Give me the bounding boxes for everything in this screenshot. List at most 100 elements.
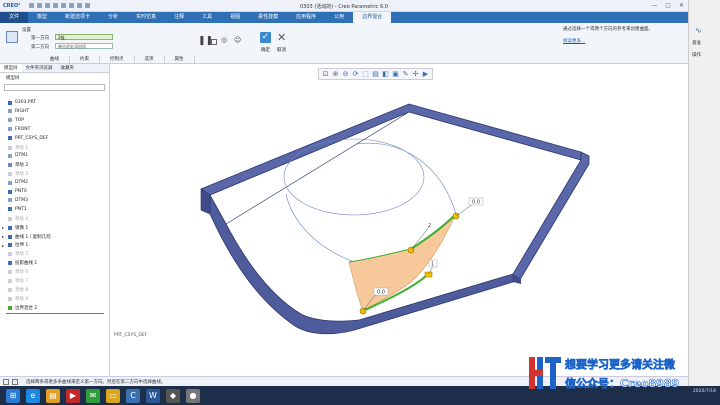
regenerate-icon[interactable] <box>68 3 74 8</box>
tab-new[interactable]: 新建选项卡 <box>56 12 99 23</box>
tree-item-label: 曲线 1 / 复制几何 <box>15 234 51 240</box>
dim-label-bottom[interactable]: 0.0 <box>373 287 389 296</box>
subtab-properties[interactable]: 属性 <box>165 56 195 64</box>
first-direction-field[interactable]: 2链 <box>55 34 113 40</box>
tree-item[interactable]: FRONT <box>8 127 30 132</box>
dim-label-conn[interactable]: 1 <box>428 259 438 268</box>
tab-simulation[interactable]: 实时仿真 <box>127 12 165 23</box>
new-icon[interactable] <box>28 3 34 8</box>
tree-item[interactable]: 草绘 7 <box>8 278 28 284</box>
maximize-button[interactable]: ▢ <box>665 2 671 9</box>
tab-model[interactable]: 模型 <box>28 12 56 23</box>
explorer-icon[interactable]: ▤ <box>46 388 60 403</box>
word-icon[interactable]: W <box>146 388 160 403</box>
tree-item[interactable]: DTM3 <box>8 198 28 203</box>
tree-item[interactable]: PNT0 <box>8 189 27 194</box>
tree-item[interactable]: 投影曲线 1 <box>8 260 37 266</box>
tree-item-label: RIGHT <box>15 108 30 114</box>
watermark-logo <box>529 357 561 389</box>
subtab-curves[interactable]: 曲线 <box>0 56 70 64</box>
tree-item[interactable]: ▸ 镜像 1 <box>2 225 28 231</box>
tab-analysis[interactable]: 分析 <box>99 12 127 23</box>
tree-item[interactable]: 草绘 2 <box>8 162 28 168</box>
tree-item[interactable]: 0303.PRT <box>8 100 36 105</box>
tab-file[interactable]: 文件 <box>0 12 29 23</box>
close-button[interactable]: ✕ <box>679 2 684 9</box>
close-window-icon[interactable] <box>84 3 90 8</box>
verify-icon[interactable]: ☺ <box>234 36 241 44</box>
cancel-icon[interactable]: ✕ <box>277 31 286 44</box>
redo-icon[interactable] <box>60 3 66 8</box>
tab-flexible[interactable]: 柔性建模 <box>249 12 287 23</box>
creo-icon[interactable]: C <box>126 388 140 403</box>
ok-button[interactable]: ✓ <box>260 32 271 43</box>
media-icon[interactable]: ▶ <box>66 388 80 403</box>
sketch-icon <box>8 216 12 221</box>
subtab-control-points[interactable]: 控制点 <box>100 56 135 64</box>
window-icon[interactable] <box>76 3 82 8</box>
tree-filter-input[interactable] <box>4 84 105 91</box>
plane-icon <box>8 109 12 114</box>
status-toggle-icon[interactable] <box>3 378 9 385</box>
handle-connector[interactable] <box>424 271 433 278</box>
graphics-viewport[interactable]: 0.0 2 1 0.0 <box>111 64 688 376</box>
svg-text:1: 1 <box>431 262 434 268</box>
save-icon[interactable] <box>44 3 50 8</box>
app1-icon[interactable]: ◆ <box>166 388 180 403</box>
tab-apps[interactable]: 应用程序 <box>287 12 325 23</box>
tab-boundary-blend[interactable]: 边界混合 <box>353 12 392 23</box>
tree-item[interactable]: 草绘 3 <box>8 171 28 177</box>
dim-label-top[interactable]: 0.0 <box>468 197 484 206</box>
sketch-icon <box>8 296 12 301</box>
expand-icon[interactable]: ▸ <box>2 225 4 230</box>
tab-view[interactable]: 视图 <box>221 12 249 23</box>
stop-icon[interactable] <box>211 39 217 45</box>
tree-item[interactable]: ▸ 拉伸 1 <box>2 242 28 249</box>
tree-item[interactable]: 边界混合 2 <box>8 305 37 311</box>
operations-label[interactable]: 操作 <box>692 52 701 58</box>
preview-icon[interactable]: ◎ <box>221 36 227 44</box>
ie-icon[interactable]: e <box>26 388 40 403</box>
tree-item[interactable]: DTM2 <box>8 180 28 185</box>
tab-model-tree[interactable]: 模型树 <box>0 64 22 72</box>
tab-annotate[interactable]: 注释 <box>165 12 193 23</box>
tree-item[interactable]: PRT_CSYS_DEF <box>8 136 48 141</box>
tree-item[interactable]: 草绘 5 <box>8 251 28 257</box>
tree-item-label: DTM1 <box>15 153 28 159</box>
tree-item[interactable]: 草绘 8 <box>8 287 28 293</box>
app2-icon[interactable]: ● <box>186 388 200 403</box>
start-icon[interactable]: ⊞ <box>6 388 20 403</box>
expand-icon[interactable]: ▸ <box>2 234 4 239</box>
boundary-icon <box>8 305 12 310</box>
second-direction-field[interactable]: 单击此处添加项 <box>55 43 113 49</box>
tab-common[interactable]: 公用 <box>325 12 353 23</box>
minimize-button[interactable]: — <box>651 2 657 9</box>
tree-item[interactable]: PNT1 <box>8 207 27 212</box>
tab-tools[interactable]: 工具 <box>193 12 221 23</box>
tree-item[interactable]: 草绘 9 <box>8 296 28 302</box>
tree-item[interactable]: 草绘 4 <box>8 216 28 222</box>
tree-item[interactable]: 草绘 1 <box>8 145 28 151</box>
point-icon <box>8 207 12 212</box>
tree-item[interactable]: DTM1 <box>8 153 28 158</box>
datum-label[interactable]: 基准 <box>692 40 701 46</box>
dim-label-mid[interactable]: 2 <box>428 223 431 229</box>
insert-here-marker[interactable] <box>6 312 104 314</box>
wechat-icon[interactable]: ✉ <box>86 388 100 403</box>
read-more-link[interactable]: 阅读更多... <box>563 39 673 45</box>
subtab-constraints[interactable]: 约束 <box>70 56 100 64</box>
undo-icon[interactable] <box>52 3 58 8</box>
tree-item[interactable]: TOP <box>8 118 24 123</box>
tab-favorites[interactable]: 收藏夹 <box>57 64 79 72</box>
tree-item[interactable]: 草绘 6 <box>8 269 28 275</box>
window-title: 0303 (活动的) - Creo Parametric 6.0 <box>300 4 388 10</box>
status-panel-icon[interactable] <box>12 378 18 385</box>
tree-item[interactable]: RIGHT <box>8 109 29 114</box>
expand-icon[interactable]: ▸ <box>2 243 4 248</box>
tree-item[interactable]: ▸ 曲线 1 / 复制几何 <box>2 234 51 240</box>
open-icon[interactable] <box>36 3 42 8</box>
tab-folder-browser[interactable]: 文件夹浏览器 <box>22 64 57 72</box>
status-message: 选择两条或者多条曲线来定义第一方向。然后在第二方向中选择曲线。 <box>26 379 166 385</box>
folder-icon[interactable]: ▭ <box>106 388 120 403</box>
subtab-options[interactable]: 选项 <box>135 56 165 64</box>
